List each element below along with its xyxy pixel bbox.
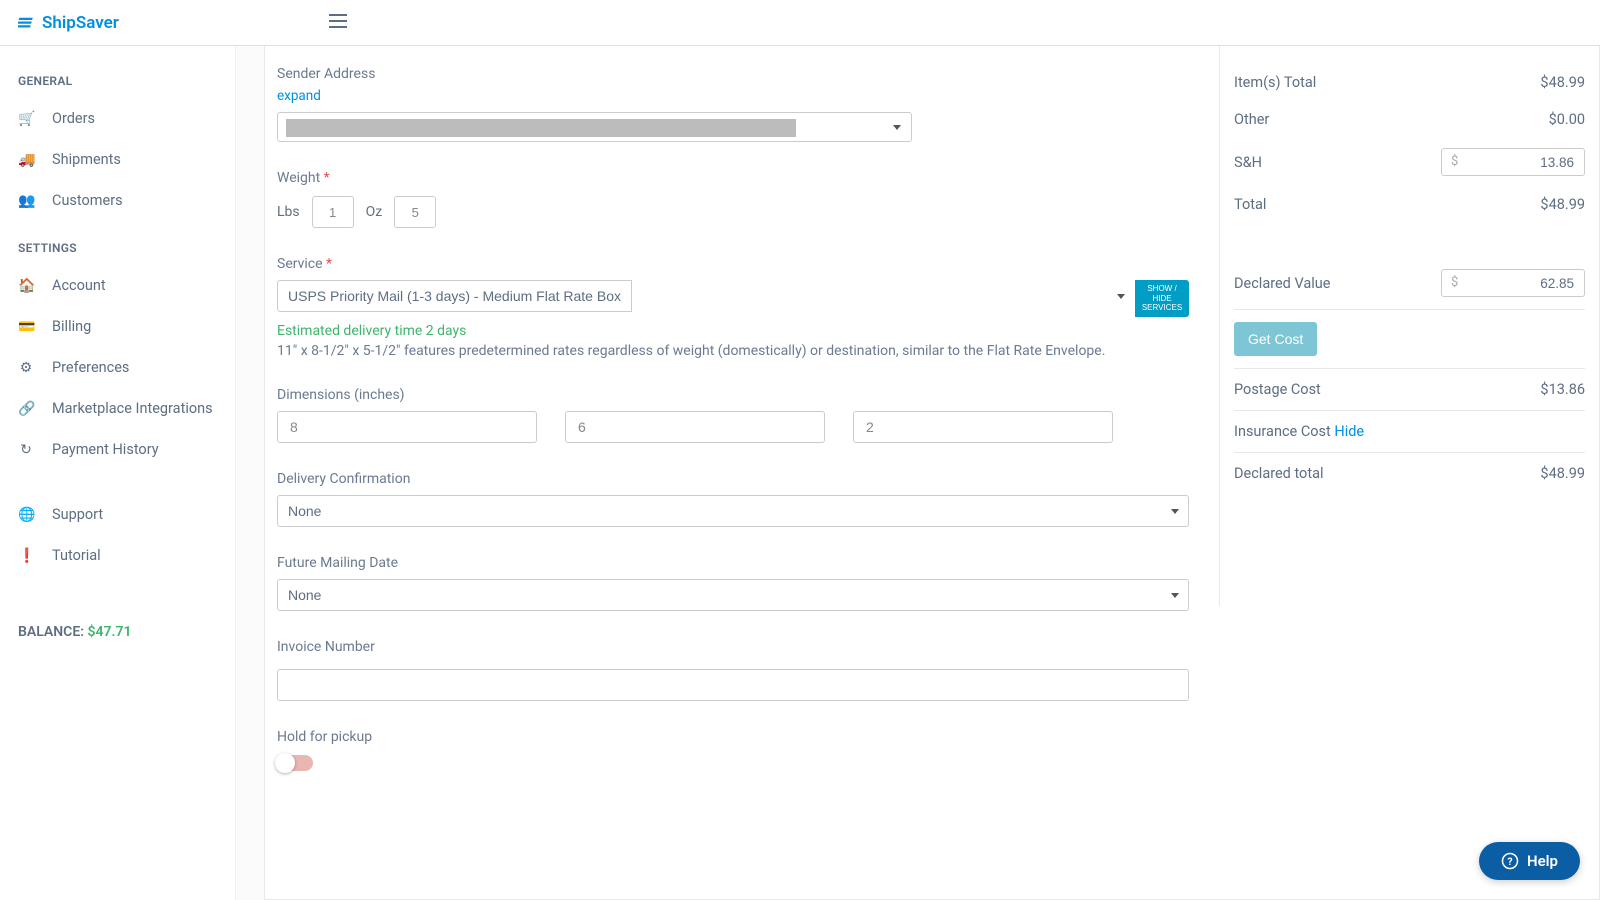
brand-logo[interactable]: ShipSaver <box>18 13 119 33</box>
dimensions-label: Dimensions (inches) <box>277 387 1189 403</box>
truck-icon: 🚚 <box>18 152 34 168</box>
sender-redacted <box>286 119 796 137</box>
users-icon: 👥 <box>18 193 34 209</box>
insurance-cost-label: Insurance Cost Hide <box>1234 423 1364 440</box>
service-label: Service * <box>277 256 1189 272</box>
postage-cost-label: Postage Cost <box>1234 381 1321 398</box>
topbar: ShipSaver <box>0 0 1600 46</box>
oz-input[interactable] <box>394 196 436 228</box>
invoice-label: Invoice Number <box>277 639 1189 655</box>
sidebar: GENERAL 🛒Orders 🚚Shipments 👥Customers SE… <box>0 46 236 900</box>
show-hide-services-button[interactable]: SHOW / HIDE SERVICES <box>1135 280 1189 317</box>
items-total-label: Item(s) Total <box>1234 74 1316 91</box>
sliders-icon: ⚙ <box>18 360 34 376</box>
estimated-delivery-text: Estimated delivery time 2 days <box>277 323 1189 339</box>
delivery-confirmation-label: Delivery Confirmation <box>277 471 1189 487</box>
oz-label: Oz <box>366 204 383 220</box>
logo-icon <box>18 14 36 32</box>
sidebar-item-tutorial[interactable]: ❗Tutorial <box>0 535 235 576</box>
get-cost-button[interactable]: Get Cost <box>1234 322 1317 356</box>
service-description: 11" x 8-1/2" x 5-1/2" features predeterm… <box>277 343 1189 359</box>
toggle-knob <box>275 753 295 773</box>
hold-pickup-label: Hold for pickup <box>277 729 1189 745</box>
svg-text:?: ? <box>1507 855 1512 868</box>
declared-value-input[interactable] <box>1441 269 1585 297</box>
history-icon: ↻ <box>18 442 34 458</box>
other-label: Other <box>1234 111 1269 128</box>
declared-total-label: Declared total <box>1234 465 1323 482</box>
sidebar-item-shipments[interactable]: 🚚Shipments <box>0 139 235 180</box>
sidebar-item-orders[interactable]: 🛒Orders <box>0 98 235 139</box>
dim-length-input[interactable] <box>277 411 537 443</box>
mailing-date-select[interactable]: None <box>277 579 1189 611</box>
weight-label: Weight * <box>277 170 1189 186</box>
mailing-date-label: Future Mailing Date <box>277 555 1189 571</box>
total-value: $48.99 <box>1540 196 1585 213</box>
home-icon: 🏠 <box>18 278 34 294</box>
invoice-input[interactable] <box>277 669 1189 701</box>
hold-pickup-toggle[interactable] <box>277 755 313 771</box>
delivery-confirmation-select[interactable]: None <box>277 495 1189 527</box>
sidebar-item-account[interactable]: 🏠Account <box>0 265 235 306</box>
paypal-icon: 💳 <box>18 319 34 335</box>
sidebar-item-support[interactable]: 🌐Support <box>0 494 235 535</box>
hamburger-icon[interactable] <box>329 14 347 32</box>
form-area: Sender Address expand Weight * Lbs Oz Se… <box>265 46 1219 899</box>
cart-icon: 🛒 <box>18 111 34 127</box>
sidebar-item-billing[interactable]: 💳Billing <box>0 306 235 347</box>
sidebar-section-general: GENERAL <box>0 74 235 88</box>
expand-link[interactable]: expand <box>277 88 321 104</box>
other-value: $0.00 <box>1549 111 1585 128</box>
sender-address-label: Sender Address <box>277 66 1189 82</box>
sidebar-item-integrations[interactable]: 🔗Marketplace Integrations <box>0 388 235 429</box>
hide-link[interactable]: Hide <box>1334 423 1364 440</box>
sidebar-section-settings: SETTINGS <box>0 241 235 255</box>
sh-input[interactable] <box>1441 148 1585 176</box>
declared-total-value: $48.99 <box>1540 465 1585 482</box>
dim-width-input[interactable] <box>565 411 825 443</box>
brand-text: ShipSaver <box>42 13 119 33</box>
cogs-icon: 🔗 <box>18 401 34 417</box>
sidebar-item-preferences[interactable]: ⚙Preferences <box>0 347 235 388</box>
service-select[interactable]: USPS Priority Mail (1-3 days) - Medium F… <box>277 280 632 312</box>
info-icon: ❗ <box>18 548 34 564</box>
items-total-value: $48.99 <box>1540 74 1585 91</box>
help-icon: ? <box>1501 852 1519 870</box>
sender-address-select[interactable] <box>277 112 912 142</box>
lbs-input[interactable] <box>312 196 354 228</box>
balance: BALANCE: $47.71 <box>18 624 132 640</box>
sidebar-item-payment-history[interactable]: ↻Payment History <box>0 429 235 470</box>
sidebar-item-customers[interactable]: 👥Customers <box>0 180 235 221</box>
postage-cost-value: $13.86 <box>1540 381 1585 398</box>
globe-icon: 🌐 <box>18 507 34 523</box>
help-button[interactable]: ? Help <box>1479 842 1580 880</box>
summary-area: Item(s) Total $48.99 Other $0.00 S&H Total… <box>1219 46 1599 606</box>
dim-height-input[interactable] <box>853 411 1113 443</box>
total-label: Total <box>1234 196 1266 213</box>
lbs-label: Lbs <box>277 204 300 220</box>
declared-value-label: Declared Value <box>1234 275 1330 292</box>
sh-label: S&H <box>1234 154 1262 171</box>
